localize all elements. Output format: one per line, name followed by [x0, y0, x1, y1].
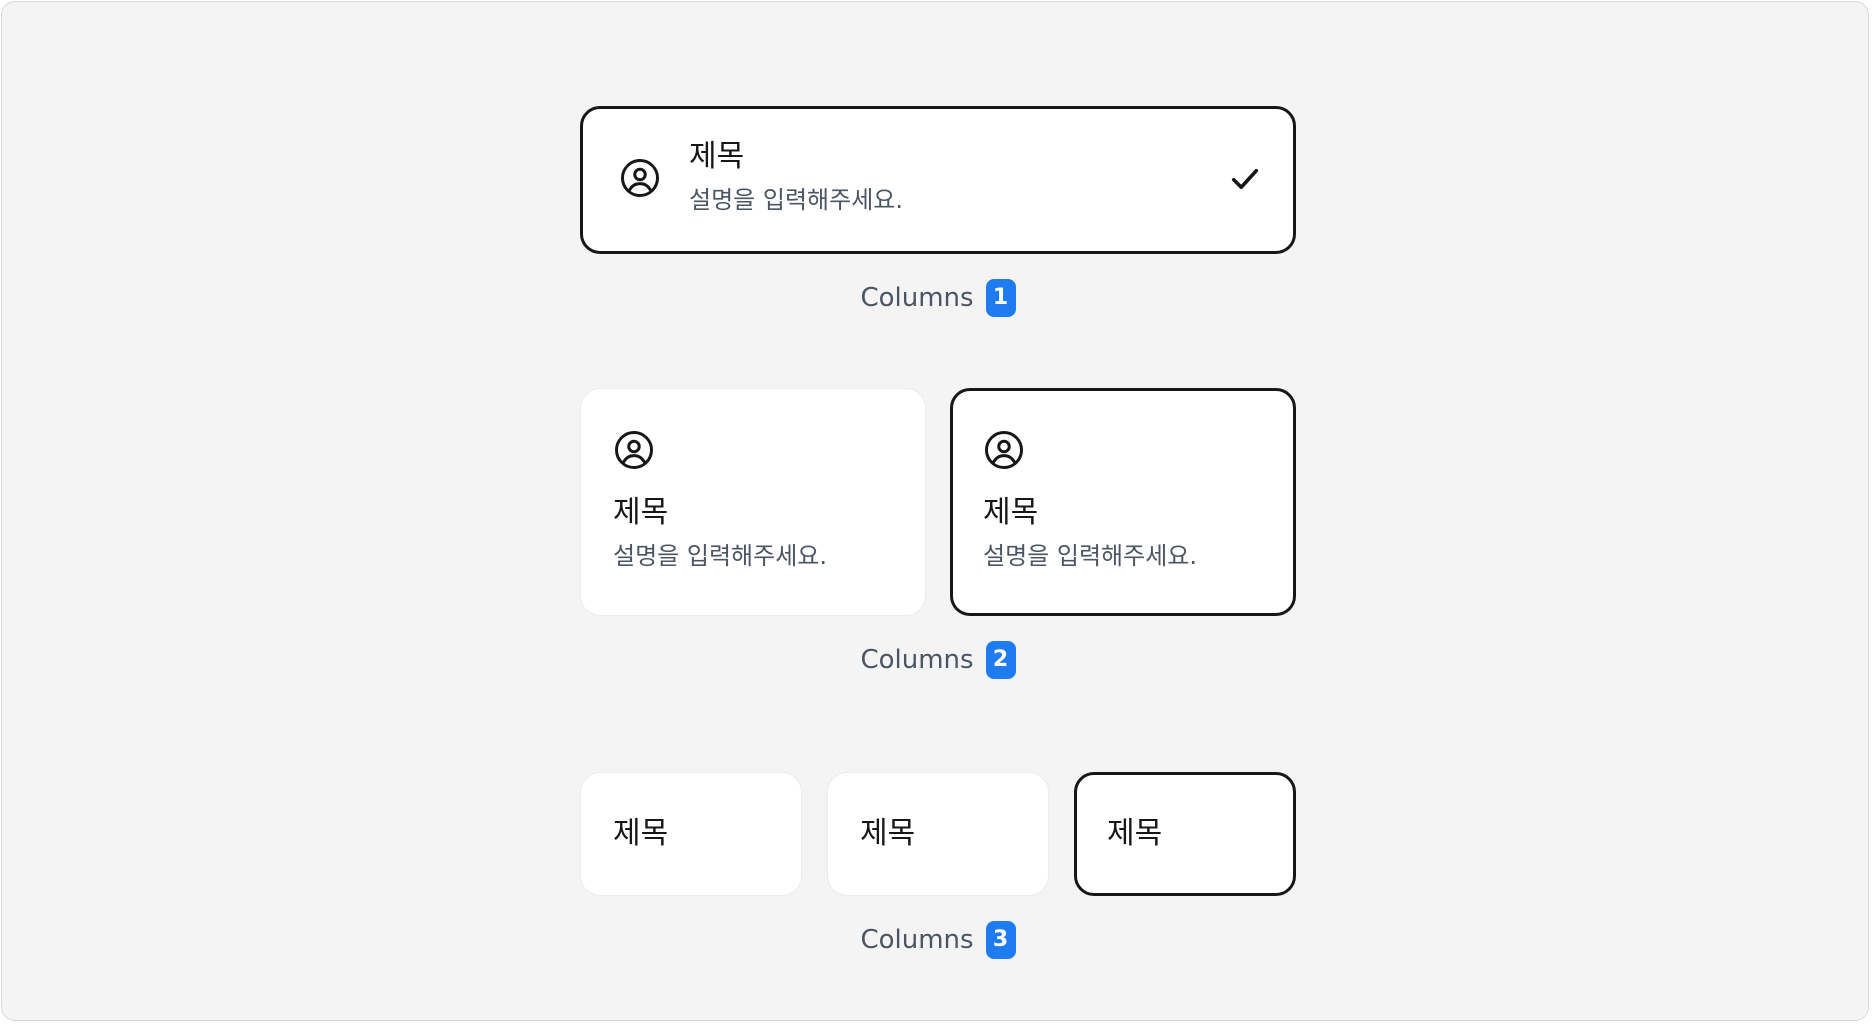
checkmark-icon	[1227, 161, 1263, 197]
choice-card-2col-b[interactable]: 제목 설명을 입력해주세요.	[950, 388, 1296, 616]
card-title: 제목	[689, 139, 745, 174]
choice-card-1col[interactable]: 제목 설명을 입력해주세요.	[580, 106, 1296, 254]
column-count-badge: 3	[985, 921, 1016, 959]
caption-label: Columns	[860, 925, 974, 955]
section-caption-2: Columns 2	[638, 640, 1238, 680]
choice-card-3col-b[interactable]: 제목	[827, 772, 1049, 896]
user-circle-icon	[613, 429, 655, 471]
canvas-frame: 제목 설명을 입력해주세요. Columns 1 제목 설명을 입력해주세요.	[1, 1, 1869, 1021]
column-count-badge: 1	[985, 279, 1016, 317]
card-description: 설명을 입력해주세요.	[689, 186, 903, 214]
card-title: 제목	[860, 816, 916, 851]
card-title: 제목	[613, 816, 669, 851]
card-title: 제목	[1107, 816, 1163, 851]
card-title: 제목	[613, 495, 669, 530]
card-title: 제목	[983, 495, 1039, 530]
card-description: 설명을 입력해주세요.	[613, 542, 827, 570]
section-caption-1: Columns 1	[638, 278, 1238, 318]
choice-card-3col-a[interactable]: 제목	[580, 772, 802, 896]
user-circle-icon	[619, 157, 661, 199]
card-description: 설명을 입력해주세요.	[983, 542, 1197, 570]
user-circle-icon	[983, 429, 1025, 471]
choice-card-3col-c[interactable]: 제목	[1074, 772, 1296, 896]
choice-card-2col-a[interactable]: 제목 설명을 입력해주세요.	[580, 388, 926, 616]
section-caption-3: Columns 3	[638, 920, 1238, 960]
caption-label: Columns	[860, 645, 974, 675]
caption-label: Columns	[860, 283, 974, 313]
column-count-badge: 2	[985, 641, 1016, 679]
